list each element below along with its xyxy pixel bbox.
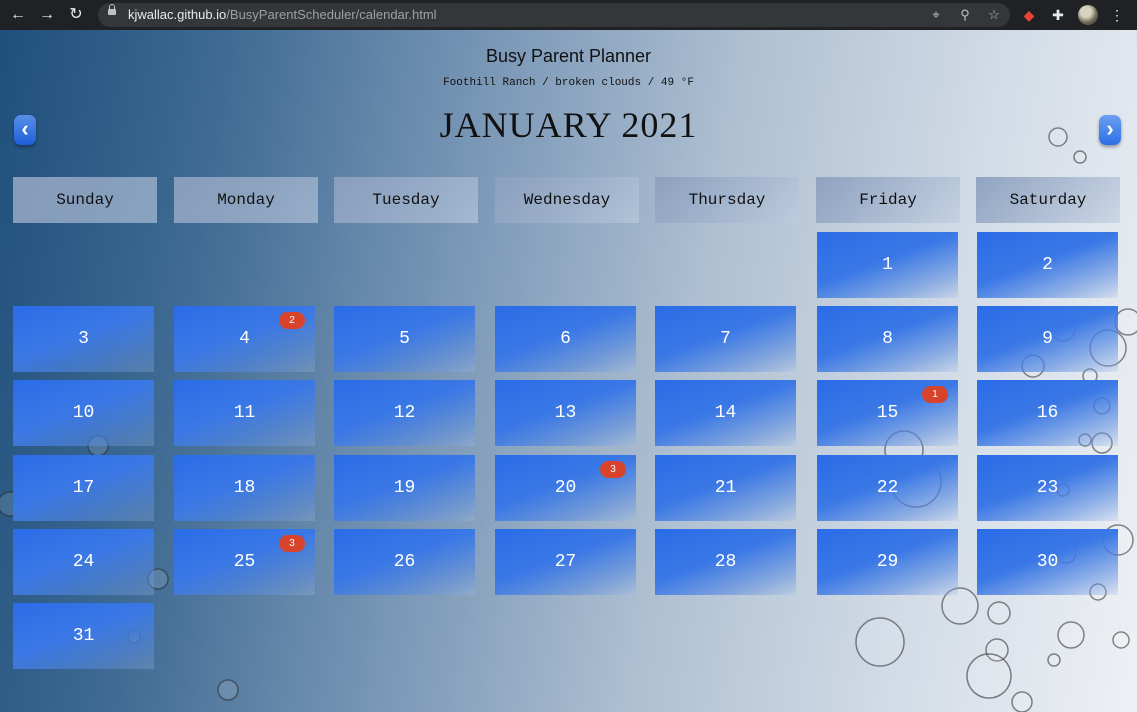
back-arrow-icon[interactable]: ← [8, 5, 28, 25]
calendar-day-12[interactable]: 12 [334, 380, 475, 446]
calendar-day-4[interactable]: 42 [174, 306, 315, 372]
day-number: 22 [876, 478, 899, 498]
event-count-badge: 3 [600, 461, 626, 478]
day-number: 23 [1036, 478, 1059, 498]
day-number: 6 [560, 329, 571, 349]
url-text: kjwallac.github.io/BusyParentScheduler/c… [128, 7, 437, 22]
weekday-header-sunday: Sunday [13, 177, 157, 223]
previous-month-button[interactable]: ‹ [14, 115, 36, 145]
event-count-badge: 3 [279, 535, 305, 552]
calendar-day-29[interactable]: 29 [817, 529, 958, 595]
bookmark-star-icon[interactable]: ☆ [985, 6, 1003, 24]
calendar-day-20[interactable]: 20 3 [495, 455, 636, 521]
weekday-header-saturday: Saturday [976, 177, 1120, 223]
day-number: 9 [1042, 329, 1053, 349]
calendar-day-14[interactable]: 14 [655, 380, 796, 446]
calendar-day-16[interactable]: 16 [977, 380, 1118, 446]
day-number: 3 [78, 329, 89, 349]
calendar-day-26[interactable]: 26 [334, 529, 475, 595]
lock-icon [108, 4, 116, 15]
zoom-icon[interactable]: ⚲ [956, 6, 974, 24]
calendar-day-13[interactable]: 13 [495, 380, 636, 446]
weekday-header-monday: Monday [174, 177, 318, 223]
day-number: 30 [1036, 552, 1059, 572]
day-number: 27 [554, 552, 577, 572]
day-number: 12 [393, 403, 416, 423]
next-month-button[interactable]: › [1099, 115, 1121, 145]
extensions-puzzle-icon[interactable]: ✚ [1048, 5, 1068, 25]
day-number: 14 [714, 403, 737, 423]
calendar-day-6[interactable]: 6 [495, 306, 636, 372]
reload-icon[interactable]: ↻ [66, 5, 86, 25]
day-number: 18 [233, 478, 256, 498]
forward-arrow-icon[interactable]: → [37, 5, 57, 25]
day-number: 20 [554, 478, 577, 498]
day-number: 15 [876, 403, 899, 423]
calendar-day-28[interactable]: 28 [655, 529, 796, 595]
day-number: 2 [1042, 255, 1053, 275]
day-number: 1 [882, 255, 893, 275]
weekday-header-tuesday: Tuesday [334, 177, 478, 223]
weekday-header-friday: Friday [816, 177, 960, 223]
day-number: 25 [233, 552, 256, 572]
menu-kebab-icon[interactable]: ⋮ [1107, 5, 1127, 25]
day-number: 13 [554, 403, 577, 423]
month-title: JANUARY 2021 [439, 105, 698, 145]
calendar-day-8[interactable]: 8 [817, 306, 958, 372]
calendar-day-10[interactable]: 10 [13, 380, 154, 446]
calendar-day-17[interactable]: 17 [13, 455, 154, 521]
weather-info: Foothill Ranch / broken clouds / 49 °F [443, 77, 694, 89]
event-count-badge: 1 [922, 386, 948, 403]
calendar-day-21[interactable]: 21 [655, 455, 796, 521]
calendar-day-9[interactable]: 9 [977, 306, 1118, 372]
day-number: 17 [72, 478, 95, 498]
address-bar[interactable]: kjwallac.github.io/BusyParentScheduler/c… [98, 3, 1010, 27]
app-title: Busy Parent Planner [485, 46, 652, 66]
profile-avatar[interactable] [1078, 5, 1098, 25]
calendar-day-7[interactable]: 7 [655, 306, 796, 372]
calendar-day-25[interactable]: 25 3 [174, 529, 315, 595]
calendar-day-30[interactable]: 30 [977, 529, 1118, 595]
day-number: 21 [714, 478, 737, 498]
event-count-badge: 2 [279, 312, 305, 329]
calendar-day-31[interactable]: 31 [13, 603, 154, 669]
calendar-day-1[interactable]: 1 [817, 232, 958, 298]
weekday-header-wednesday: Wednesday [495, 177, 639, 223]
day-number: 31 [72, 626, 95, 646]
day-number: 10 [72, 403, 95, 423]
location-pin-icon[interactable]: ⌖ [927, 6, 945, 24]
calendar-day-19[interactable]: 19 [334, 455, 475, 521]
day-number: 11 [233, 403, 256, 423]
calendar-day-18[interactable]: 18 [174, 455, 315, 521]
calendar-day-11[interactable]: 11 [174, 380, 315, 446]
day-number: 5 [399, 329, 410, 349]
day-number: 7 [720, 329, 731, 349]
day-number: 28 [714, 552, 737, 572]
extension-arrow-icon[interactable]: ◆ [1019, 5, 1039, 25]
calendar-page: Busy Parent Planner Foothill Ranch / bro… [0, 30, 1137, 712]
calendar-day-3[interactable]: 3 [13, 306, 154, 372]
browser-toolbar: ← → ↻ kjwallac.github.io/BusyParentSched… [0, 0, 1137, 30]
calendar-day-23[interactable]: 23 [977, 455, 1118, 521]
day-number: 26 [393, 552, 416, 572]
day-number: 4 [239, 329, 250, 349]
weekday-header-thursday: Thursday [655, 177, 799, 223]
day-number: 8 [882, 329, 893, 349]
calendar-day-22[interactable]: 22 [817, 455, 958, 521]
day-number: 24 [72, 552, 95, 572]
day-number: 29 [876, 552, 899, 572]
calendar-day-27[interactable]: 27 [495, 529, 636, 595]
day-number: 19 [393, 478, 416, 498]
calendar-day-5[interactable]: 5 [334, 306, 475, 372]
calendar-day-15[interactable]: 15 1 [817, 380, 958, 446]
day-number: 16 [1036, 403, 1059, 423]
calendar-day-24[interactable]: 24 [13, 529, 154, 595]
calendar-day-2[interactable]: 2 [977, 232, 1118, 298]
